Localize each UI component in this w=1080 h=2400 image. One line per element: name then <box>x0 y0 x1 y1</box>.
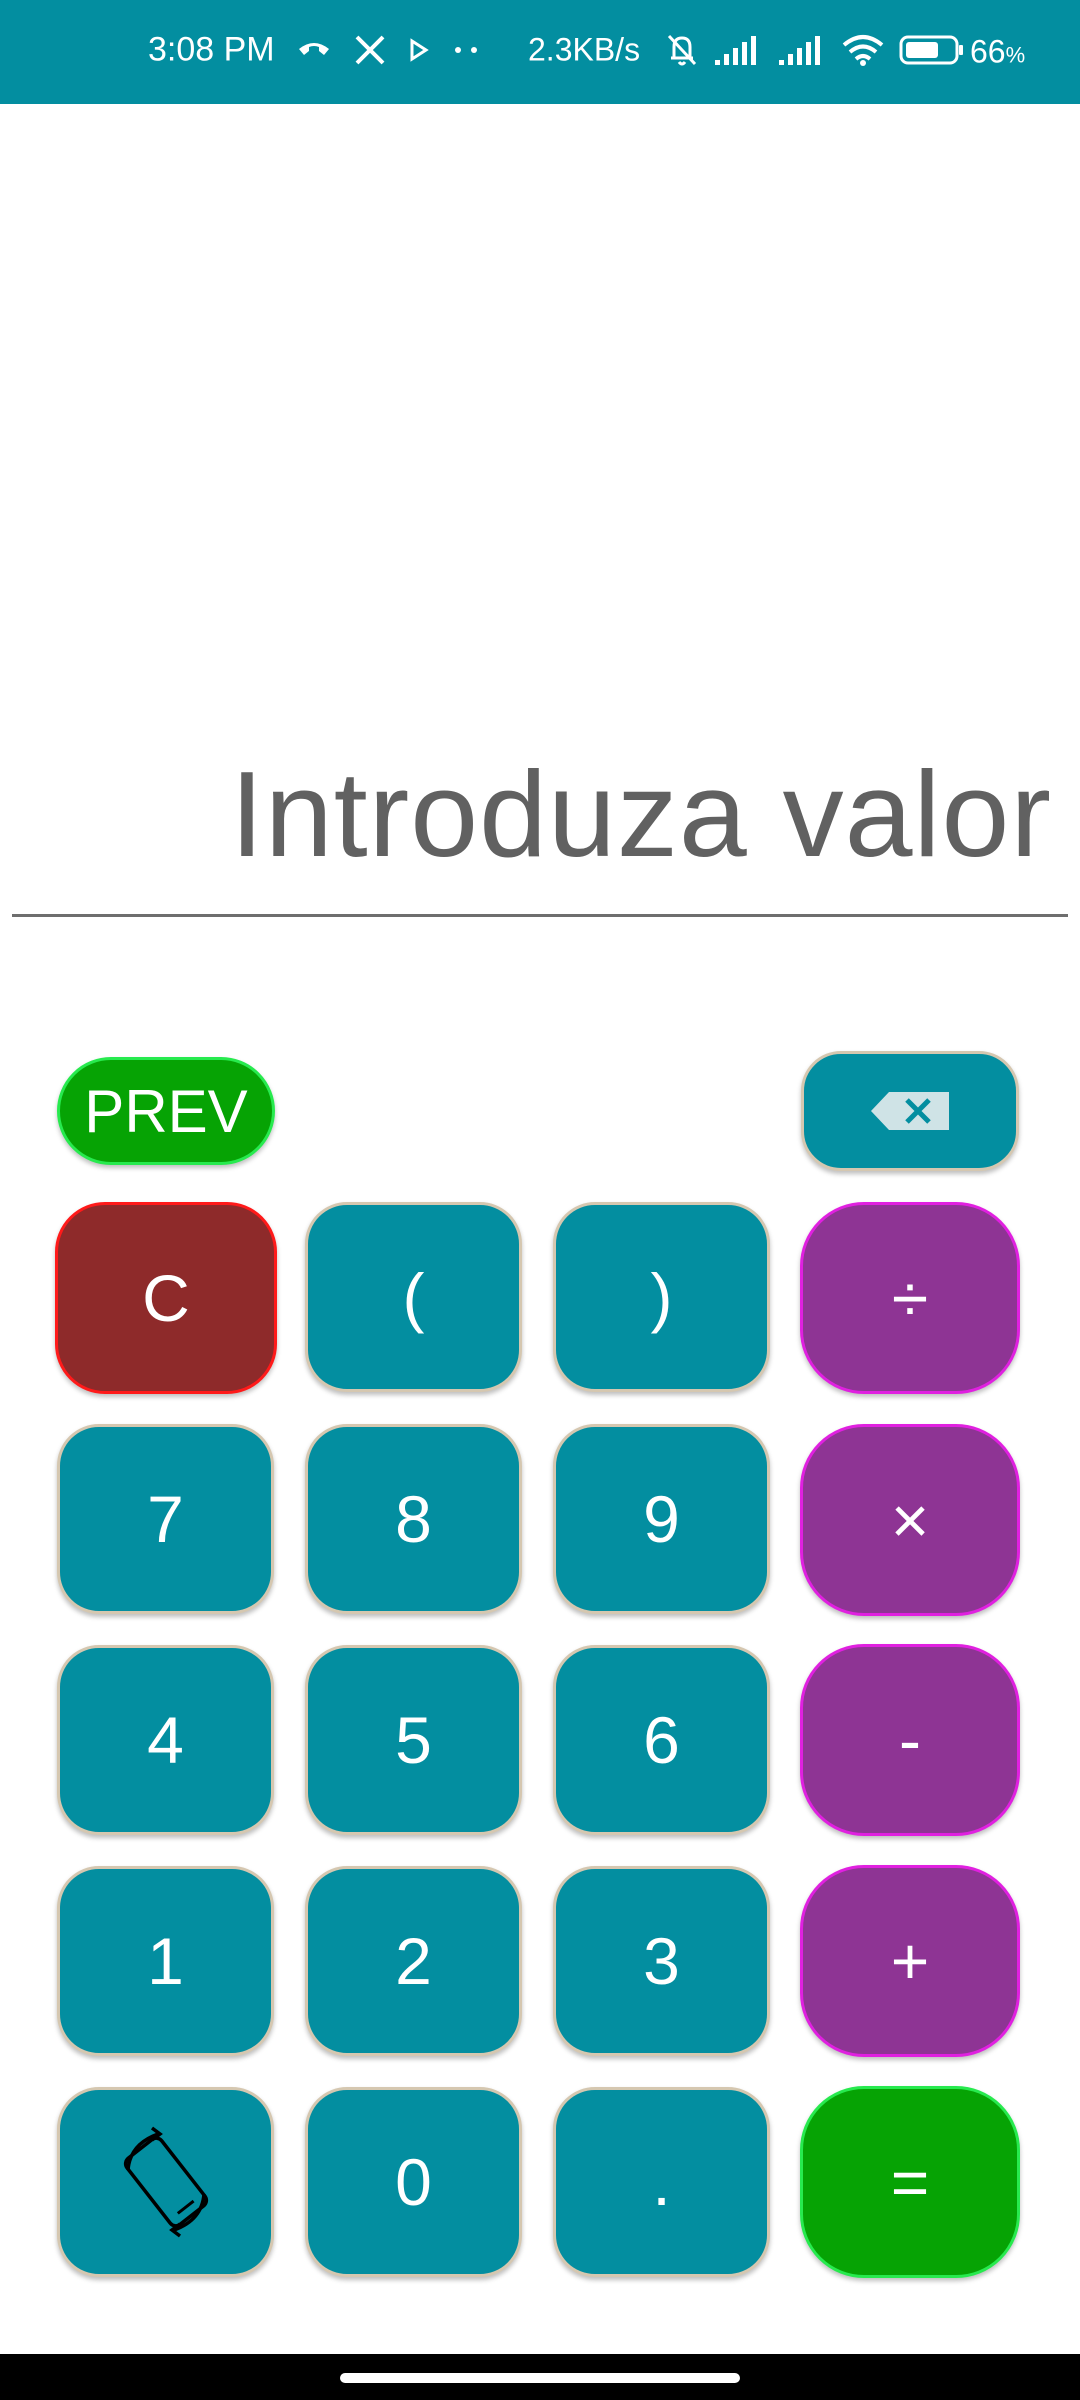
open-parenthesis-button[interactable]: ( <box>305 1202 522 1392</box>
status-right-icons <box>665 32 965 68</box>
battery-icon <box>899 35 963 65</box>
equals-button[interactable]: = <box>800 2086 1020 2278</box>
digit-1-button[interactable]: 1 <box>57 1866 274 2056</box>
bell-off-icon <box>667 34 697 66</box>
digit-4-button[interactable]: 4 <box>57 1645 274 1835</box>
x-icon <box>355 35 385 65</box>
rotate-screen-button[interactable] <box>57 2087 274 2277</box>
calculator-display: Introduza valor <box>0 104 1080 924</box>
digit-9-button[interactable]: 9 <box>553 1424 770 1614</box>
digit-8-button[interactable]: 8 <box>305 1424 522 1614</box>
backspace-icon <box>871 1092 949 1130</box>
rotate-icon <box>123 2126 208 2238</box>
signal-icon <box>715 36 756 65</box>
subtract-button[interactable]: - <box>800 1644 1020 1836</box>
wifi-icon <box>842 35 884 66</box>
battery-percentage: 66% <box>970 33 1026 70</box>
multiply-button[interactable]: × <box>800 1424 1020 1616</box>
digit-7-button[interactable]: 7 <box>57 1424 274 1614</box>
decimal-point-button[interactable]: . <box>553 2087 770 2277</box>
close-parenthesis-button[interactable]: ) <box>553 1202 770 1392</box>
backspace-button[interactable] <box>801 1051 1019 1171</box>
call-icon <box>299 43 329 55</box>
digit-2-button[interactable]: 2 <box>305 1866 522 2056</box>
status-bar: 3:08 PM 2.3KB/s 66% <box>0 0 1080 104</box>
status-time: 3:08 PM <box>148 30 275 69</box>
dots-icon <box>455 47 477 53</box>
prev-button[interactable]: PREV <box>57 1057 275 1165</box>
value-input[interactable]: Introduza valor <box>230 744 1052 884</box>
signal-icon <box>779 36 820 65</box>
digit-0-button[interactable]: 0 <box>305 2087 522 2277</box>
clear-button[interactable]: C <box>55 1202 277 1394</box>
status-network-speed: 2.3KB/s <box>528 31 641 68</box>
add-button[interactable]: + <box>800 1865 1020 2057</box>
navigation-bar <box>0 2354 1080 2400</box>
digit-5-button[interactable]: 5 <box>305 1645 522 1835</box>
status-left-icons <box>296 34 482 66</box>
home-gesture-handle[interactable] <box>340 2373 740 2383</box>
input-underline <box>12 914 1068 917</box>
divide-button[interactable]: ÷ <box>800 1202 1020 1394</box>
digit-6-button[interactable]: 6 <box>553 1645 770 1835</box>
digit-3-button[interactable]: 3 <box>553 1866 770 2056</box>
play-icon <box>410 38 429 62</box>
